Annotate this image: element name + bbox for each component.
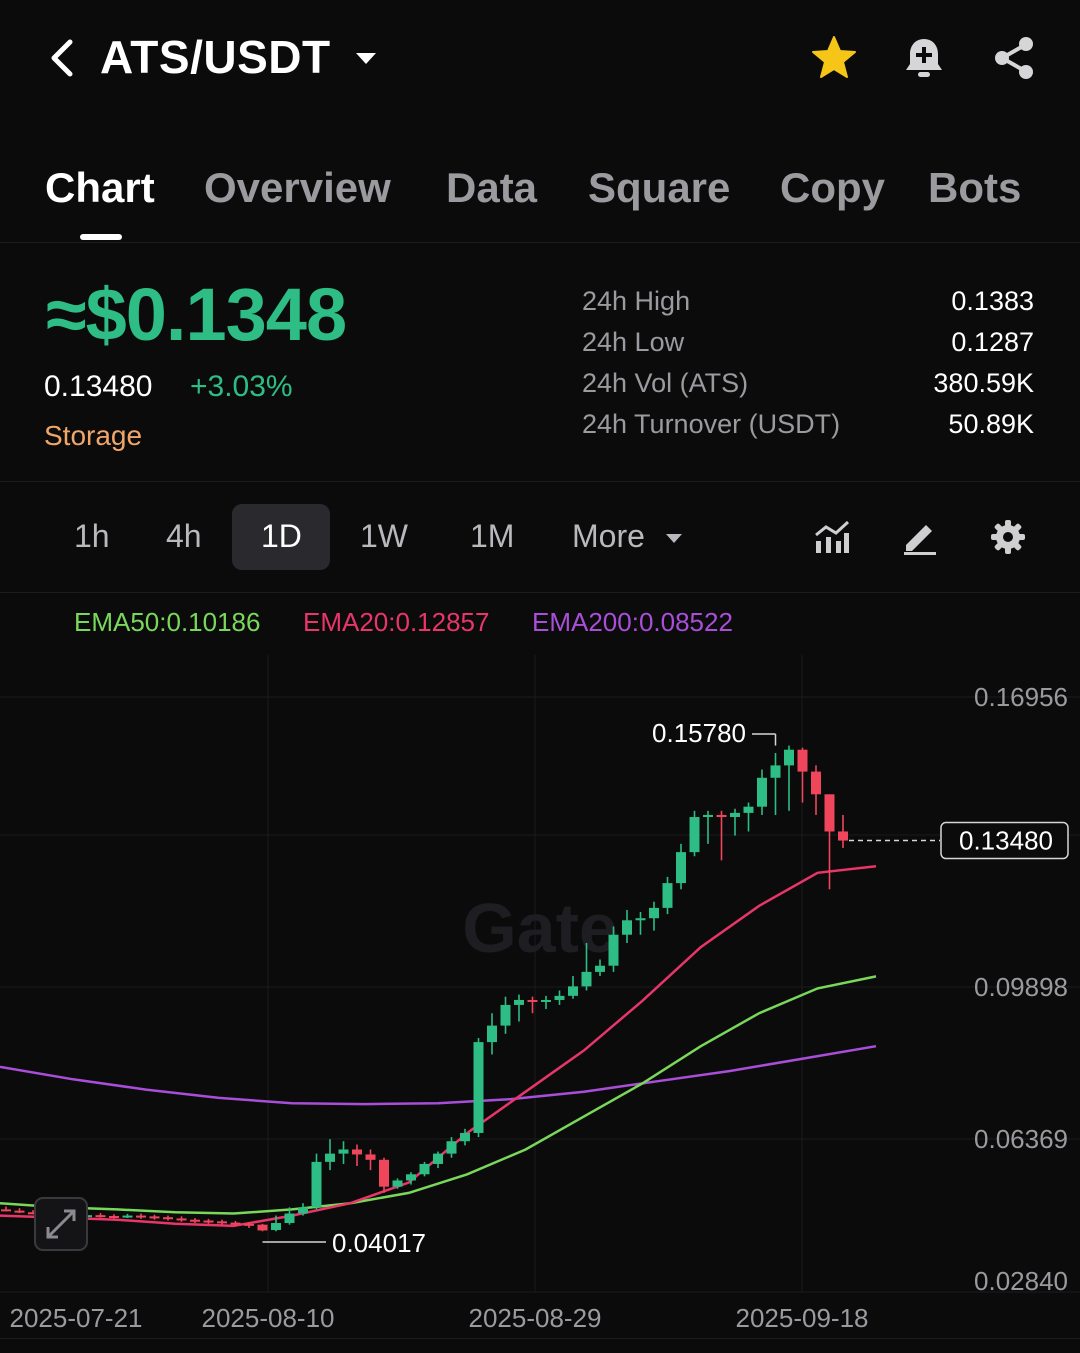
candle-up bbox=[568, 986, 578, 996]
y-axis-tick-label: 0.16956 bbox=[974, 682, 1068, 712]
y-axis-tick-label: 0.06369 bbox=[974, 1124, 1068, 1154]
candle-down bbox=[163, 1217, 173, 1220]
candle-up bbox=[311, 1161, 322, 1208]
ema20-line bbox=[0, 864, 877, 1228]
last-price-label: 0.13480 bbox=[959, 826, 1053, 856]
candle-up bbox=[284, 1213, 295, 1224]
candle-up bbox=[487, 1025, 497, 1043]
candle-up bbox=[514, 999, 524, 1005]
ema200-line bbox=[0, 1044, 877, 1106]
candle-up bbox=[689, 817, 700, 853]
candle-up bbox=[757, 777, 767, 807]
candle-down bbox=[379, 1159, 389, 1187]
candle-down bbox=[230, 1222, 241, 1225]
candle-down bbox=[352, 1149, 362, 1155]
candle-up bbox=[541, 999, 551, 1002]
candle-up bbox=[433, 1153, 443, 1164]
candle-up bbox=[635, 918, 646, 921]
candle-down bbox=[244, 1223, 254, 1226]
candle-down bbox=[1, 1209, 11, 1212]
candle-down bbox=[190, 1219, 200, 1222]
candle-up bbox=[298, 1207, 308, 1214]
candle-up bbox=[730, 812, 740, 818]
min-price-label: 0.04017 bbox=[332, 1228, 426, 1258]
divider bbox=[0, 1338, 1080, 1339]
candle-up bbox=[325, 1153, 335, 1162]
x-axis-tick-label: 2025-09-18 bbox=[736, 1303, 869, 1333]
candle-up bbox=[473, 1042, 484, 1133]
candle-up bbox=[500, 1004, 511, 1026]
candle-down bbox=[217, 1221, 227, 1224]
candle-down bbox=[14, 1210, 25, 1213]
candles bbox=[1, 745, 848, 1232]
candle-down bbox=[149, 1216, 160, 1219]
candle-up bbox=[122, 1215, 133, 1218]
chart-grid bbox=[0, 655, 1080, 1293]
candle-up bbox=[662, 883, 673, 908]
x-axis-tick-label: 2025-07-21 bbox=[10, 1303, 143, 1333]
candle-down bbox=[797, 749, 808, 772]
candle-up bbox=[595, 965, 605, 972]
candle-up bbox=[271, 1223, 281, 1231]
candle-up bbox=[338, 1149, 349, 1154]
candlestick-chart[interactable]: Gate 0.16956 0.09898 0.06369 0.02840 2025-07… bbox=[0, 0, 1080, 1353]
candle-down bbox=[109, 1215, 119, 1218]
candle-up bbox=[460, 1132, 470, 1142]
x-axis-tick-label: 2025-08-10 bbox=[202, 1303, 335, 1333]
candle-up bbox=[581, 971, 592, 987]
candle-up bbox=[743, 806, 754, 813]
ema50-line bbox=[0, 975, 877, 1215]
watermark: Gate bbox=[462, 889, 618, 967]
candle-up bbox=[770, 765, 781, 778]
candle-up bbox=[446, 1141, 457, 1154]
ema-lines bbox=[0, 864, 877, 1228]
candle-down bbox=[365, 1154, 376, 1160]
candle-up bbox=[649, 907, 659, 919]
max-price-label: 0.15780 bbox=[652, 718, 746, 748]
candle-up bbox=[703, 814, 713, 818]
candle-up bbox=[608, 934, 619, 966]
candle-down bbox=[716, 814, 727, 818]
candle-down bbox=[824, 794, 835, 832]
candle-up bbox=[676, 852, 686, 884]
candle-down bbox=[95, 1215, 106, 1218]
candle-up bbox=[406, 1174, 416, 1181]
candle-up bbox=[622, 920, 632, 935]
candle-down bbox=[176, 1218, 187, 1221]
expand-icon[interactable] bbox=[34, 1197, 88, 1251]
candle-up bbox=[554, 995, 565, 1000]
y-axis-tick-label: 0.02840 bbox=[974, 1266, 1068, 1296]
y-axis-tick-label: 0.09898 bbox=[974, 972, 1068, 1002]
candle-down bbox=[838, 831, 848, 841]
x-axis-tick-label: 2025-08-29 bbox=[469, 1303, 602, 1333]
candle-up bbox=[392, 1180, 403, 1187]
chart-labels: 0.16956 0.09898 0.06369 0.02840 2025-07-21 20… bbox=[10, 682, 1069, 1333]
candle-down bbox=[811, 771, 821, 795]
candle-down bbox=[136, 1215, 146, 1218]
candle-down bbox=[257, 1224, 268, 1231]
candle-up bbox=[419, 1163, 430, 1175]
candle-down bbox=[527, 999, 538, 1002]
candle-up bbox=[784, 749, 794, 766]
candle-down bbox=[203, 1220, 214, 1223]
